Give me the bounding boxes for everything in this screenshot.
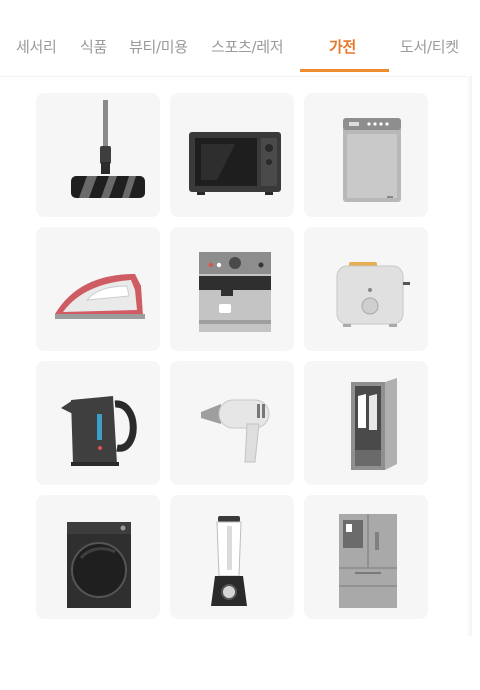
category-tab-bar: 세서리 식품 뷰티/미용 스포츠/레저 가전 도서/티켓 (0, 0, 470, 77)
tab-books-tickets[interactable]: 도서/티켓 (400, 36, 459, 57)
product-tile-hair-dryer[interactable] (170, 361, 294, 485)
vacuum-cleaner-icon (71, 100, 145, 198)
product-tile-vacuum[interactable] (36, 93, 160, 217)
product-grid (36, 93, 428, 619)
product-tile-blender[interactable] (170, 495, 294, 619)
product-tile-toaster[interactable] (304, 227, 428, 351)
tab-beauty[interactable]: 뷰티/미용 (129, 36, 188, 57)
tab-sports[interactable]: 스포츠/레저 (211, 36, 284, 57)
blender-icon (211, 516, 247, 606)
product-tile-clothes-steamer[interactable] (304, 361, 428, 485)
microwave-icon (189, 132, 281, 195)
product-tile-iron[interactable] (36, 227, 160, 351)
active-tab-indicator (300, 69, 389, 72)
tab-accessories[interactable]: 세서리 (16, 36, 57, 57)
scroll-edge-shadow (466, 76, 472, 636)
tab-food[interactable]: 식품 (80, 36, 107, 57)
product-tile-kettle[interactable] (36, 361, 160, 485)
product-tile-microwave[interactable] (170, 93, 294, 217)
iron-icon (55, 274, 145, 319)
clothes-steamer-icon (351, 378, 397, 470)
product-tile-washing-machine[interactable] (304, 93, 428, 217)
drum-washer-icon (67, 522, 131, 608)
tab-appliances[interactable]: 가전 (329, 36, 356, 57)
toaster-icon (336, 262, 410, 327)
washing-machine-icon (343, 118, 401, 202)
product-tile-drum-washer[interactable] (36, 495, 160, 619)
electric-kettle-icon (61, 396, 137, 466)
product-tile-refrigerator[interactable] (304, 495, 428, 619)
page-bottom (0, 650, 480, 690)
refrigerator-icon (339, 514, 397, 608)
hair-dryer-icon (201, 399, 270, 463)
product-tile-coffee-machine[interactable] (170, 227, 294, 351)
coffee-machine-icon (199, 252, 271, 332)
